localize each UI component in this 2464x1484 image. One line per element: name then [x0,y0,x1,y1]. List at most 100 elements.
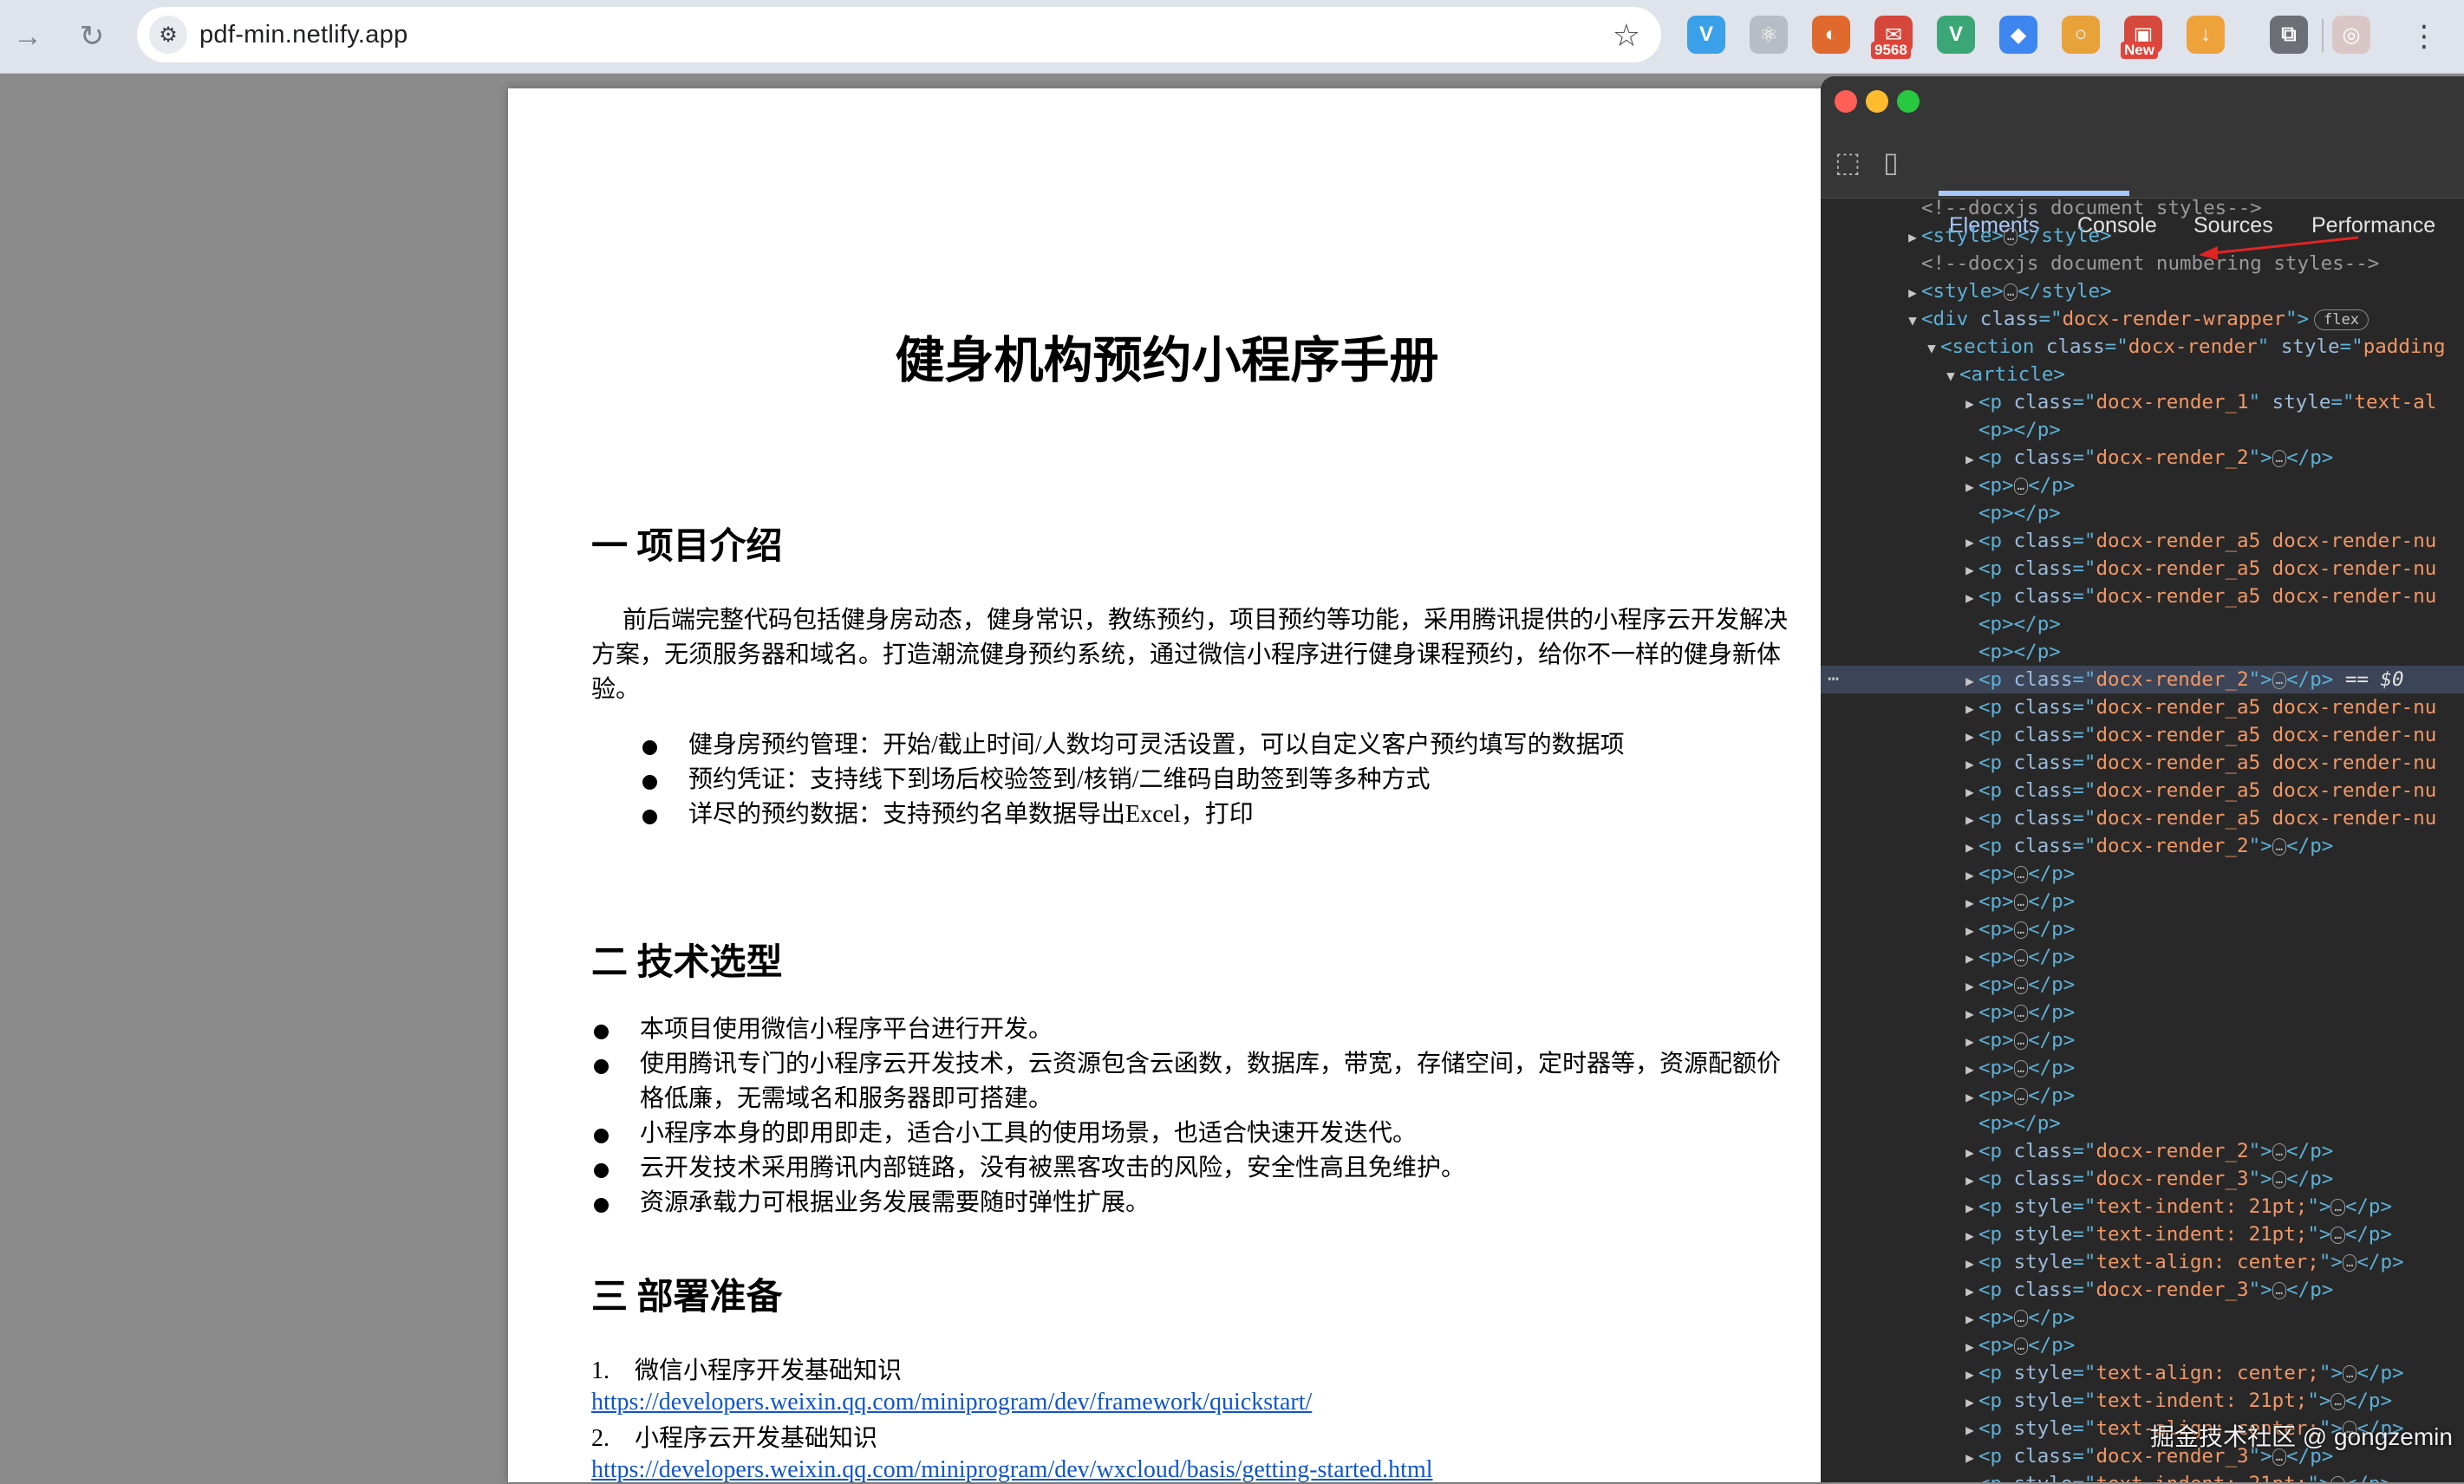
reload-icon[interactable]: ↻ [71,16,113,57]
expand-triangle-icon[interactable]: ▶ [1961,973,1978,1000]
dom-tree-node[interactable]: ▼ <article> [1821,361,2464,388]
orange-purple-circle-icon[interactable]: ◐ [1812,16,1850,54]
expand-triangle-icon[interactable]: ▶ [1961,917,1978,945]
puzzle-icon[interactable]: ⧉ [2270,16,2308,54]
dom-tree-node[interactable]: <p></p> [1821,1110,2464,1137]
dom-tree-node[interactable]: ▶ <p>… </p> [1821,1331,2464,1359]
dom-tree-node[interactable]: ▶ <p style="text-align: center;">… </p> [1821,1248,2464,1276]
react-devtools-icon[interactable]: ⚛ [1750,16,1788,54]
bookmark-star-icon[interactable]: ☆ [1613,17,1640,54]
quickstart-link[interactable]: https://developers.weixin.qq.com/minipro… [591,1389,1312,1416]
expand-triangle-icon[interactable]: ▶ [1961,862,1978,889]
expand-triangle-icon[interactable]: ▶ [1904,279,1921,307]
expand-triangle-icon[interactable]: ▶ [1961,1472,1978,1482]
dom-tree-node[interactable]: ▶ <p class="docx-render_2">… </p> [1821,444,2464,472]
dom-tree-node[interactable]: ▶<p style="text-indent: 21pt;">…</p> [1821,1387,2464,1415]
profile-avatar-icon[interactable]: ◎ [2332,16,2370,54]
collapse-triangle-icon[interactable]: ▼ [1923,335,1940,362]
device-toolbar-icon[interactable]: ▯ [1883,146,1899,179]
expand-triangle-icon[interactable]: ▶ [1961,695,1978,723]
expand-triangle-icon[interactable]: ▶ [1961,1028,1978,1056]
expand-triangle-icon[interactable]: ▶ [1961,529,1978,556]
new-badge-extension-icon[interactable]: ▣ New [2121,16,2162,59]
dom-tree-node[interactable]: <p></p> [1821,638,2464,666]
expand-triangle-icon[interactable]: ▶ [1961,1056,1978,1084]
inspect-element-icon[interactable]: ⬚ [1835,146,1861,179]
dom-tree-node[interactable]: <!--docxjs document styles--> [1821,194,2464,222]
expand-triangle-icon[interactable]: ▶ [1961,1139,1978,1167]
expand-triangle-icon[interactable]: ▶ [1961,723,1978,751]
dom-tree-node[interactable]: ▶ <p>… </p> [1821,888,2464,915]
expand-triangle-icon[interactable]: ▶ [1961,667,1978,695]
collapse-triangle-icon[interactable]: ▼ [1904,307,1921,335]
dom-tree-node[interactable]: ▶ <p class="docx-render_a5 docx-render-nu [1821,527,2464,555]
collapse-triangle-icon[interactable]: ▼ [1942,362,1959,390]
site-settings-icon[interactable]: ⚙ [149,16,187,54]
expand-triangle-icon[interactable]: ▶ [1961,751,1978,778]
download-icon[interactable]: ↓ [2187,16,2225,54]
dom-tree-node[interactable]: ▶ <p>… </p> [1821,943,2464,971]
expand-triangle-icon[interactable]: ▶ [1961,1250,1978,1278]
dom-tree-node[interactable]: ▼ <div class="docx-render-wrapper"> flex [1821,305,2464,333]
dom-tree-node[interactable]: ▶ <p>… </p> [1821,860,2464,888]
dom-tree-node[interactable]: ▶ <p>… </p> [1821,1026,2464,1054]
dom-tree-node[interactable]: ▶ <p>… </p> [1821,472,2464,499]
dom-tree-node[interactable]: <p></p> [1821,610,2464,638]
dom-tree-node[interactable]: ▶<p style="text-indent: 21pt;">…</p> [1821,1193,2464,1220]
dom-tree-node[interactable]: ▶ <p class="docx-render_a5 docx-render-nu [1821,804,2464,832]
dom-tree-node[interactable]: ▶<p style="text-indent: 21pt;">…</p> [1821,1220,2464,1248]
expand-triangle-icon[interactable]: ▶ [1961,1194,1978,1222]
dom-tree-node[interactable]: ▶<p style="text-indent: 21pt;">…</p> [1821,1470,2464,1482]
expand-triangle-icon[interactable]: ▶ [1961,778,1978,806]
dom-tree-node[interactable]: ▶ <p class="docx-render_3">… </p> [1821,1276,2464,1304]
close-window-icon[interactable] [1835,90,1857,113]
cloud-getting-started-link[interactable]: https://developers.weixin.qq.com/minipro… [591,1456,1433,1484]
dom-tree-node[interactable]: ▶ <p>… </p> [1821,1304,2464,1331]
expand-triangle-icon[interactable]: ▶ [1961,1278,1978,1305]
vue-devtools-icon[interactable]: V [1687,16,1725,54]
expand-triangle-icon[interactable]: ▶ [1961,1222,1978,1250]
dom-tree-node[interactable]: <p></p> [1821,416,2464,444]
expand-triangle-icon[interactable]: ▶ [1961,889,1978,917]
expand-triangle-icon[interactable]: ▶ [1961,1416,1978,1444]
dom-tree-node[interactable]: ▶ <p class="docx-render_a5 docx-render-nu [1821,749,2464,777]
expand-triangle-icon[interactable]: ▶ [1961,556,1978,584]
vue-v-icon[interactable]: V [1937,16,1975,54]
expand-triangle-icon[interactable]: ▶ [1961,1305,1978,1333]
dom-tree-node[interactable]: ▶ <p class="docx-render_3">… </p> [1821,1165,2464,1193]
dom-tree-node[interactable]: ▶ <p class="docx-render_a5 docx-render-nu [1821,583,2464,610]
dom-tree-node[interactable]: ▶ <p class="docx-render_a5 docx-render-nu [1821,555,2464,583]
dom-tree-node[interactable]: ▶ <style>… </style> [1821,277,2464,305]
dom-tree-node[interactable]: ▶ <p>… </p> [1821,915,2464,943]
dom-tree-node[interactable]: ▶ <p class="docx-render_a5 docx-render-nu [1821,721,2464,749]
dom-tree-node[interactable]: ▶ <p>… </p> [1821,971,2464,999]
blue-arrow-icon[interactable]: ◆ [1999,16,2037,54]
expand-triangle-icon[interactable]: ▶ [1961,390,1978,418]
expand-triangle-icon[interactable]: ▶ [1961,1389,1978,1416]
dom-tree-node[interactable]: ▶ <p style="text-align: center;">… </p> [1821,1359,2464,1387]
expand-triangle-icon[interactable]: ▶ [1961,1000,1978,1028]
url-text[interactable]: pdf-min.netlify.app [199,21,408,49]
minimize-window-icon[interactable] [1866,90,1888,113]
dom-tree-node[interactable]: ▶ <p class="docx-render_2">… </p> [1821,832,2464,860]
expand-triangle-icon[interactable]: ▶ [1961,473,1978,501]
expand-triangle-icon[interactable]: ▶ [1961,1084,1978,1111]
expand-triangle-icon[interactable]: ▶ [1961,834,1978,862]
selected-dom-node[interactable]: ⋯ ▶ <p class="docx-render_2">… </p> == $0 [1821,666,2464,693]
dom-tree-node[interactable]: ▶ <p>… </p> [1821,1054,2464,1082]
dom-tree-node[interactable]: ▶ <p class="docx-render_2">… </p> [1821,1137,2464,1165]
expand-triangle-icon[interactable]: ▶ [1961,1361,1978,1389]
dom-tree-node[interactable]: ▶ <p class="docx-render_1" style="text-al [1821,388,2464,416]
forward-icon[interactable]: → [7,16,49,57]
dom-tree-node[interactable]: ▶ <p>… </p> [1821,1082,2464,1110]
expand-triangle-icon[interactable]: ▶ [1961,1333,1978,1361]
dom-tree-node[interactable]: <p></p> [1821,499,2464,527]
maximize-window-icon[interactable] [1897,90,1920,113]
color-ring-icon[interactable]: ○ [2062,16,2100,54]
dom-tree-node[interactable]: ▶ <p>… </p> [1821,999,2464,1026]
expand-triangle-icon[interactable]: ▶ [1961,945,1978,973]
expand-triangle-icon[interactable]: ▶ [1961,1167,1978,1194]
expand-triangle-icon[interactable]: ▶ [1961,1444,1978,1472]
dom-tree-node[interactable]: ▼ <section class="docx-render" style="pad… [1821,333,2464,361]
red-badge-extension-icon[interactable]: ✉ 9568 [1871,16,1913,59]
